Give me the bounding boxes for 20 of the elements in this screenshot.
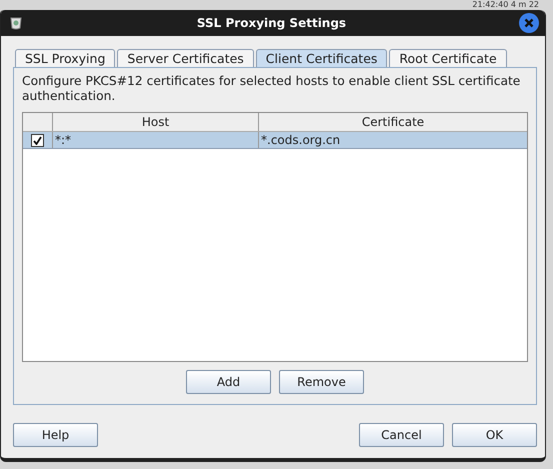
window-title: SSL Proxying Settings: [196, 16, 348, 30]
add-button[interactable]: Add: [186, 370, 271, 394]
description-text: Configure PKCS#12 certificates for selected hosts to enable client SSL certificate authentication.: [22, 74, 522, 104]
remove-button[interactable]: Remove: [279, 370, 364, 394]
help-button[interactable]: Help: [13, 423, 98, 447]
column-header: Certificate: [360, 114, 426, 131]
background-text: 21:42:40 4 m 22: [472, 0, 539, 10]
table-cell: *:*: [53, 132, 259, 148]
checkbox[interactable]: [31, 134, 44, 146]
table-row[interactable]: *:* *.cods.org.cn: [23, 132, 527, 149]
tab[interactable]: Root Certificate: [389, 49, 507, 67]
app-icon: [8, 15, 24, 31]
tab[interactable]: Server Certificates: [117, 49, 254, 67]
ok-button[interactable]: OK: [452, 423, 537, 447]
tab[interactable]: Client Certificates: [256, 49, 388, 67]
column-header: Host: [53, 113, 259, 131]
close-icon[interactable]: [519, 13, 539, 33]
table-cell-text: *.cods.org.cn: [260, 132, 342, 148]
cancel-button[interactable]: Cancel: [359, 423, 444, 447]
tab[interactable]: SSL Proxying: [15, 49, 116, 67]
